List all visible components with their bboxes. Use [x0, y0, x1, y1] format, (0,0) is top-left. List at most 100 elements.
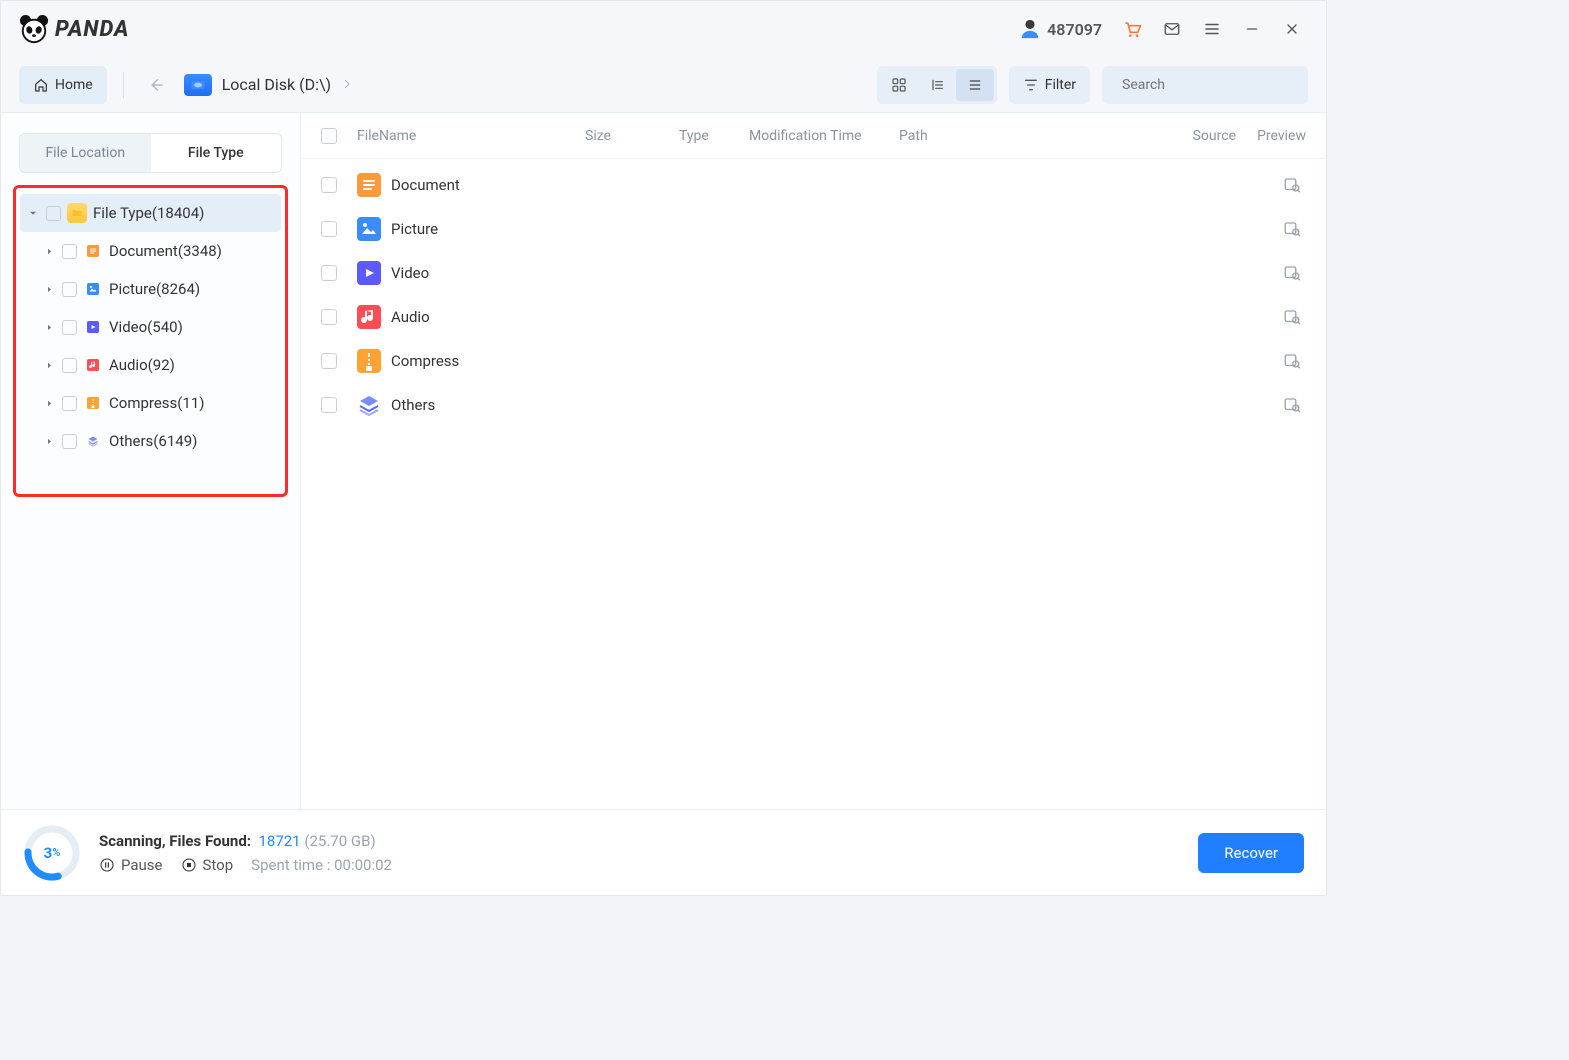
caret-down-icon[interactable]	[26, 208, 40, 218]
tree-item-aud[interactable]: Audio(92)	[20, 346, 281, 384]
caret-right-icon[interactable]	[42, 247, 56, 256]
tab-file-location[interactable]: File Location	[20, 134, 151, 172]
home-button[interactable]: Home	[19, 66, 107, 104]
col-type[interactable]: Type	[679, 128, 749, 144]
row-checkbox[interactable]	[321, 309, 337, 325]
close-button[interactable]	[1276, 13, 1308, 45]
row-checkbox[interactable]	[321, 265, 337, 281]
recover-button[interactable]: Recover	[1198, 833, 1304, 873]
preview-button[interactable]	[1278, 173, 1306, 197]
detail-list-icon	[929, 77, 945, 93]
minimize-button[interactable]	[1236, 13, 1268, 45]
tree-item-oth[interactable]: Others(6149)	[20, 422, 281, 460]
caret-right-icon[interactable]	[42, 399, 56, 408]
col-source[interactable]: Source	[1166, 128, 1236, 144]
view-grid-button[interactable]	[880, 69, 918, 101]
tree-root-label: File Type(18404)	[93, 204, 204, 222]
breadcrumb[interactable]: Local Disk (D:\)	[184, 74, 353, 96]
file-row[interactable]: Document	[301, 163, 1326, 207]
aud-icon	[83, 355, 103, 375]
search-box[interactable]	[1102, 66, 1308, 104]
tree-root-file-type[interactable]: File Type(18404)	[20, 194, 281, 232]
pause-label: Pause	[121, 856, 163, 874]
col-size[interactable]: Size	[585, 128, 679, 144]
checkbox[interactable]	[62, 358, 77, 373]
pause-button[interactable]: Pause	[99, 856, 163, 874]
tree-item-zip[interactable]: Compress(11)	[20, 384, 281, 422]
pause-icon	[99, 857, 115, 873]
column-headers: FileName Size Type Modification Time Pat…	[301, 113, 1326, 159]
row-label: Others	[391, 396, 435, 414]
zip-icon	[83, 393, 103, 413]
stop-button[interactable]: Stop	[181, 856, 234, 874]
checkbox[interactable]	[62, 320, 77, 335]
preview-icon	[1282, 308, 1302, 326]
spent-time: Spent time : 00:00:02	[251, 856, 392, 874]
back-button[interactable]	[140, 76, 172, 94]
sidebar: File Location File Type File Type(18404)…	[1, 113, 301, 809]
caret-right-icon[interactable]	[42, 323, 56, 332]
aud-icon	[357, 306, 381, 328]
preview-icon	[1282, 396, 1302, 414]
cart-icon	[1122, 19, 1142, 39]
row-label: Video	[391, 264, 429, 282]
grid-icon	[891, 77, 907, 93]
file-row[interactable]: Others	[301, 383, 1326, 427]
tree-item-vid[interactable]: Video(540)	[20, 308, 281, 346]
checkbox[interactable]	[62, 434, 77, 449]
list-icon	[967, 77, 983, 93]
preview-button[interactable]	[1278, 393, 1306, 417]
hamburger-icon	[1203, 20, 1221, 38]
mail-button[interactable]	[1156, 13, 1188, 45]
vid-icon	[83, 317, 103, 337]
tree-item-label: Compress(11)	[109, 394, 205, 412]
caret-right-icon[interactable]	[42, 285, 56, 294]
filter-button[interactable]: Filter	[1009, 66, 1090, 104]
cart-button[interactable]	[1116, 13, 1148, 45]
file-row[interactable]: Picture	[301, 207, 1326, 251]
mail-icon	[1163, 20, 1181, 38]
view-list-button[interactable]	[956, 69, 994, 101]
checkbox[interactable]	[62, 396, 77, 411]
col-mod-time[interactable]: Modification Time	[749, 128, 899, 144]
search-input[interactable]	[1122, 77, 1300, 93]
tree-item-pic[interactable]: Picture(8264)	[20, 270, 281, 308]
file-row[interactable]: Compress	[301, 339, 1326, 383]
tree-item-doc[interactable]: Document(3348)	[20, 232, 281, 270]
checkbox[interactable]	[62, 244, 77, 259]
arrow-left-icon	[147, 76, 165, 94]
tree-item-label: Video(540)	[109, 318, 183, 336]
col-path[interactable]: Path	[899, 128, 1166, 144]
file-rows: DocumentPicture Video AudioCompress Others	[301, 159, 1326, 431]
caret-right-icon[interactable]	[42, 437, 56, 446]
progress-unit: %	[52, 846, 60, 859]
file-row[interactable]: Video	[301, 251, 1326, 295]
view-detail-button[interactable]	[918, 69, 956, 101]
row-checkbox[interactable]	[321, 177, 337, 193]
preview-button[interactable]	[1278, 305, 1306, 329]
file-row[interactable]: Audio	[301, 295, 1326, 339]
tree-item-label: Audio(92)	[109, 356, 175, 374]
pic-icon	[357, 218, 381, 240]
checkbox[interactable]	[62, 282, 77, 297]
preview-button[interactable]	[1278, 349, 1306, 373]
sidebar-tabs: File Location File Type	[19, 133, 282, 173]
preview-button[interactable]	[1278, 217, 1306, 241]
row-checkbox[interactable]	[321, 221, 337, 237]
col-filename[interactable]: FileName	[357, 128, 585, 144]
oth-icon	[357, 394, 381, 416]
row-checkbox[interactable]	[321, 353, 337, 369]
row-checkbox[interactable]	[321, 397, 337, 413]
divider	[123, 72, 124, 98]
select-all-checkbox[interactable]	[321, 128, 337, 144]
app-logo: PANDA	[19, 14, 130, 44]
tab-file-type[interactable]: File Type	[151, 134, 282, 172]
user-account[interactable]: 487097	[1013, 13, 1108, 45]
panda-icon	[19, 14, 49, 44]
menu-button[interactable]	[1196, 13, 1228, 45]
caret-right-icon[interactable]	[42, 361, 56, 370]
checkbox[interactable]	[46, 206, 61, 221]
col-preview[interactable]: Preview	[1236, 128, 1306, 144]
tree-item-label: Document(3348)	[109, 242, 222, 260]
preview-button[interactable]	[1278, 261, 1306, 285]
